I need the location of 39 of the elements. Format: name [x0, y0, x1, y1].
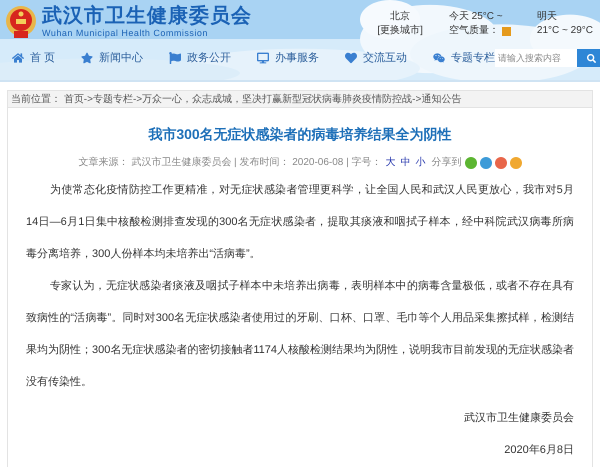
article-signature: 武汉市卫生健康委员会	[464, 410, 574, 426]
font-size-link[interactable]: 大	[384, 155, 397, 170]
article-date: 2020年6月8日	[504, 443, 574, 458]
chat-bubbles-icon	[433, 52, 446, 64]
search-icon	[586, 54, 596, 62]
nav-item[interactable]: 新闻中心	[81, 50, 144, 66]
font-size-link[interactable]: 中	[400, 155, 412, 170]
heart-icon	[345, 52, 358, 64]
share-icon[interactable]	[510, 156, 522, 168]
home-icon	[12, 52, 24, 64]
site-subtitle: Wuhan Municipal Health Commission	[42, 28, 209, 38]
search-button[interactable]	[577, 49, 600, 67]
tomorrow-label: 明天	[536, 10, 557, 24]
nav-item[interactable]: 政务公开	[169, 50, 232, 66]
site-title: 武汉市卫生健康委员会	[42, 4, 252, 28]
share-icon[interactable]	[494, 156, 507, 168]
nav-item[interactable]: 专题专栏	[433, 50, 496, 66]
article-meta: 文章来源： 武汉市卫生健康委员会 | 发布时间： 2020-06-08 | 字号：	[78, 156, 382, 170]
breadcrumb: 当前位置： 首页->专题专栏->万众一心，众志成城，坚决打赢新型冠状病毒肺炎疫情防控战->通知公告	[11, 92, 462, 106]
air-quality-label: 空气质量：	[448, 24, 499, 38]
article-paragraph: 为使常态化疫情防控工作更精准，对无症状感染者管理更科学，让全国人民和武汉人民更放心，我市对5月14日—6月1日集中核酸检测排查发现的300名无症状感染者，提取其痰液和咽拭子样本，经中科院武汉病毒所病毒分离培养，300人份样本均未培养出“活病毒”。	[26, 182, 574, 262]
font-size-link[interactable]: 小	[414, 155, 427, 170]
monitor-icon	[257, 52, 270, 64]
nav-item[interactable]: 办事服务	[257, 50, 320, 66]
nav-item[interactable]: 首 页	[12, 50, 56, 66]
flag-icon	[169, 52, 182, 64]
star-icon	[81, 52, 94, 64]
article-paragraph: 专家认为，无症状感染者痰液及咽拭子样本中未培养出病毒，表明样本中的病毒含量极低，或者不存在具有致病性的“活病毒”。同时对300名无症状感染者使用过的牙刷、口杯、口罩、毛巾等个人用品采集擦拭样，检测结果均为阴性；300名无症状感染者的密切接触者1174人核酸检测结果均为阴性，说明我市目前发现的无症状感染者没有传染性。	[26, 278, 574, 390]
share-icon[interactable]	[464, 156, 477, 168]
share-label: 分享到	[432, 156, 462, 170]
search-field[interactable]: 请输入搜索内容	[495, 49, 578, 67]
tomorrow-temperature: 21°C ~ 29°C	[536, 24, 593, 38]
nav-item[interactable]: 交流互动	[345, 50, 408, 66]
today-temperature: 今天 25°C ~	[448, 10, 503, 24]
article-title: 我市300名无症状感染者的病毒培养结果全为阴性	[147, 125, 453, 144]
change-city-link[interactable]: [更换城市]	[377, 24, 423, 38]
share-icon[interactable]	[480, 156, 492, 168]
city-name: 北京	[390, 10, 410, 24]
emblem-icon	[5, 5, 37, 39]
